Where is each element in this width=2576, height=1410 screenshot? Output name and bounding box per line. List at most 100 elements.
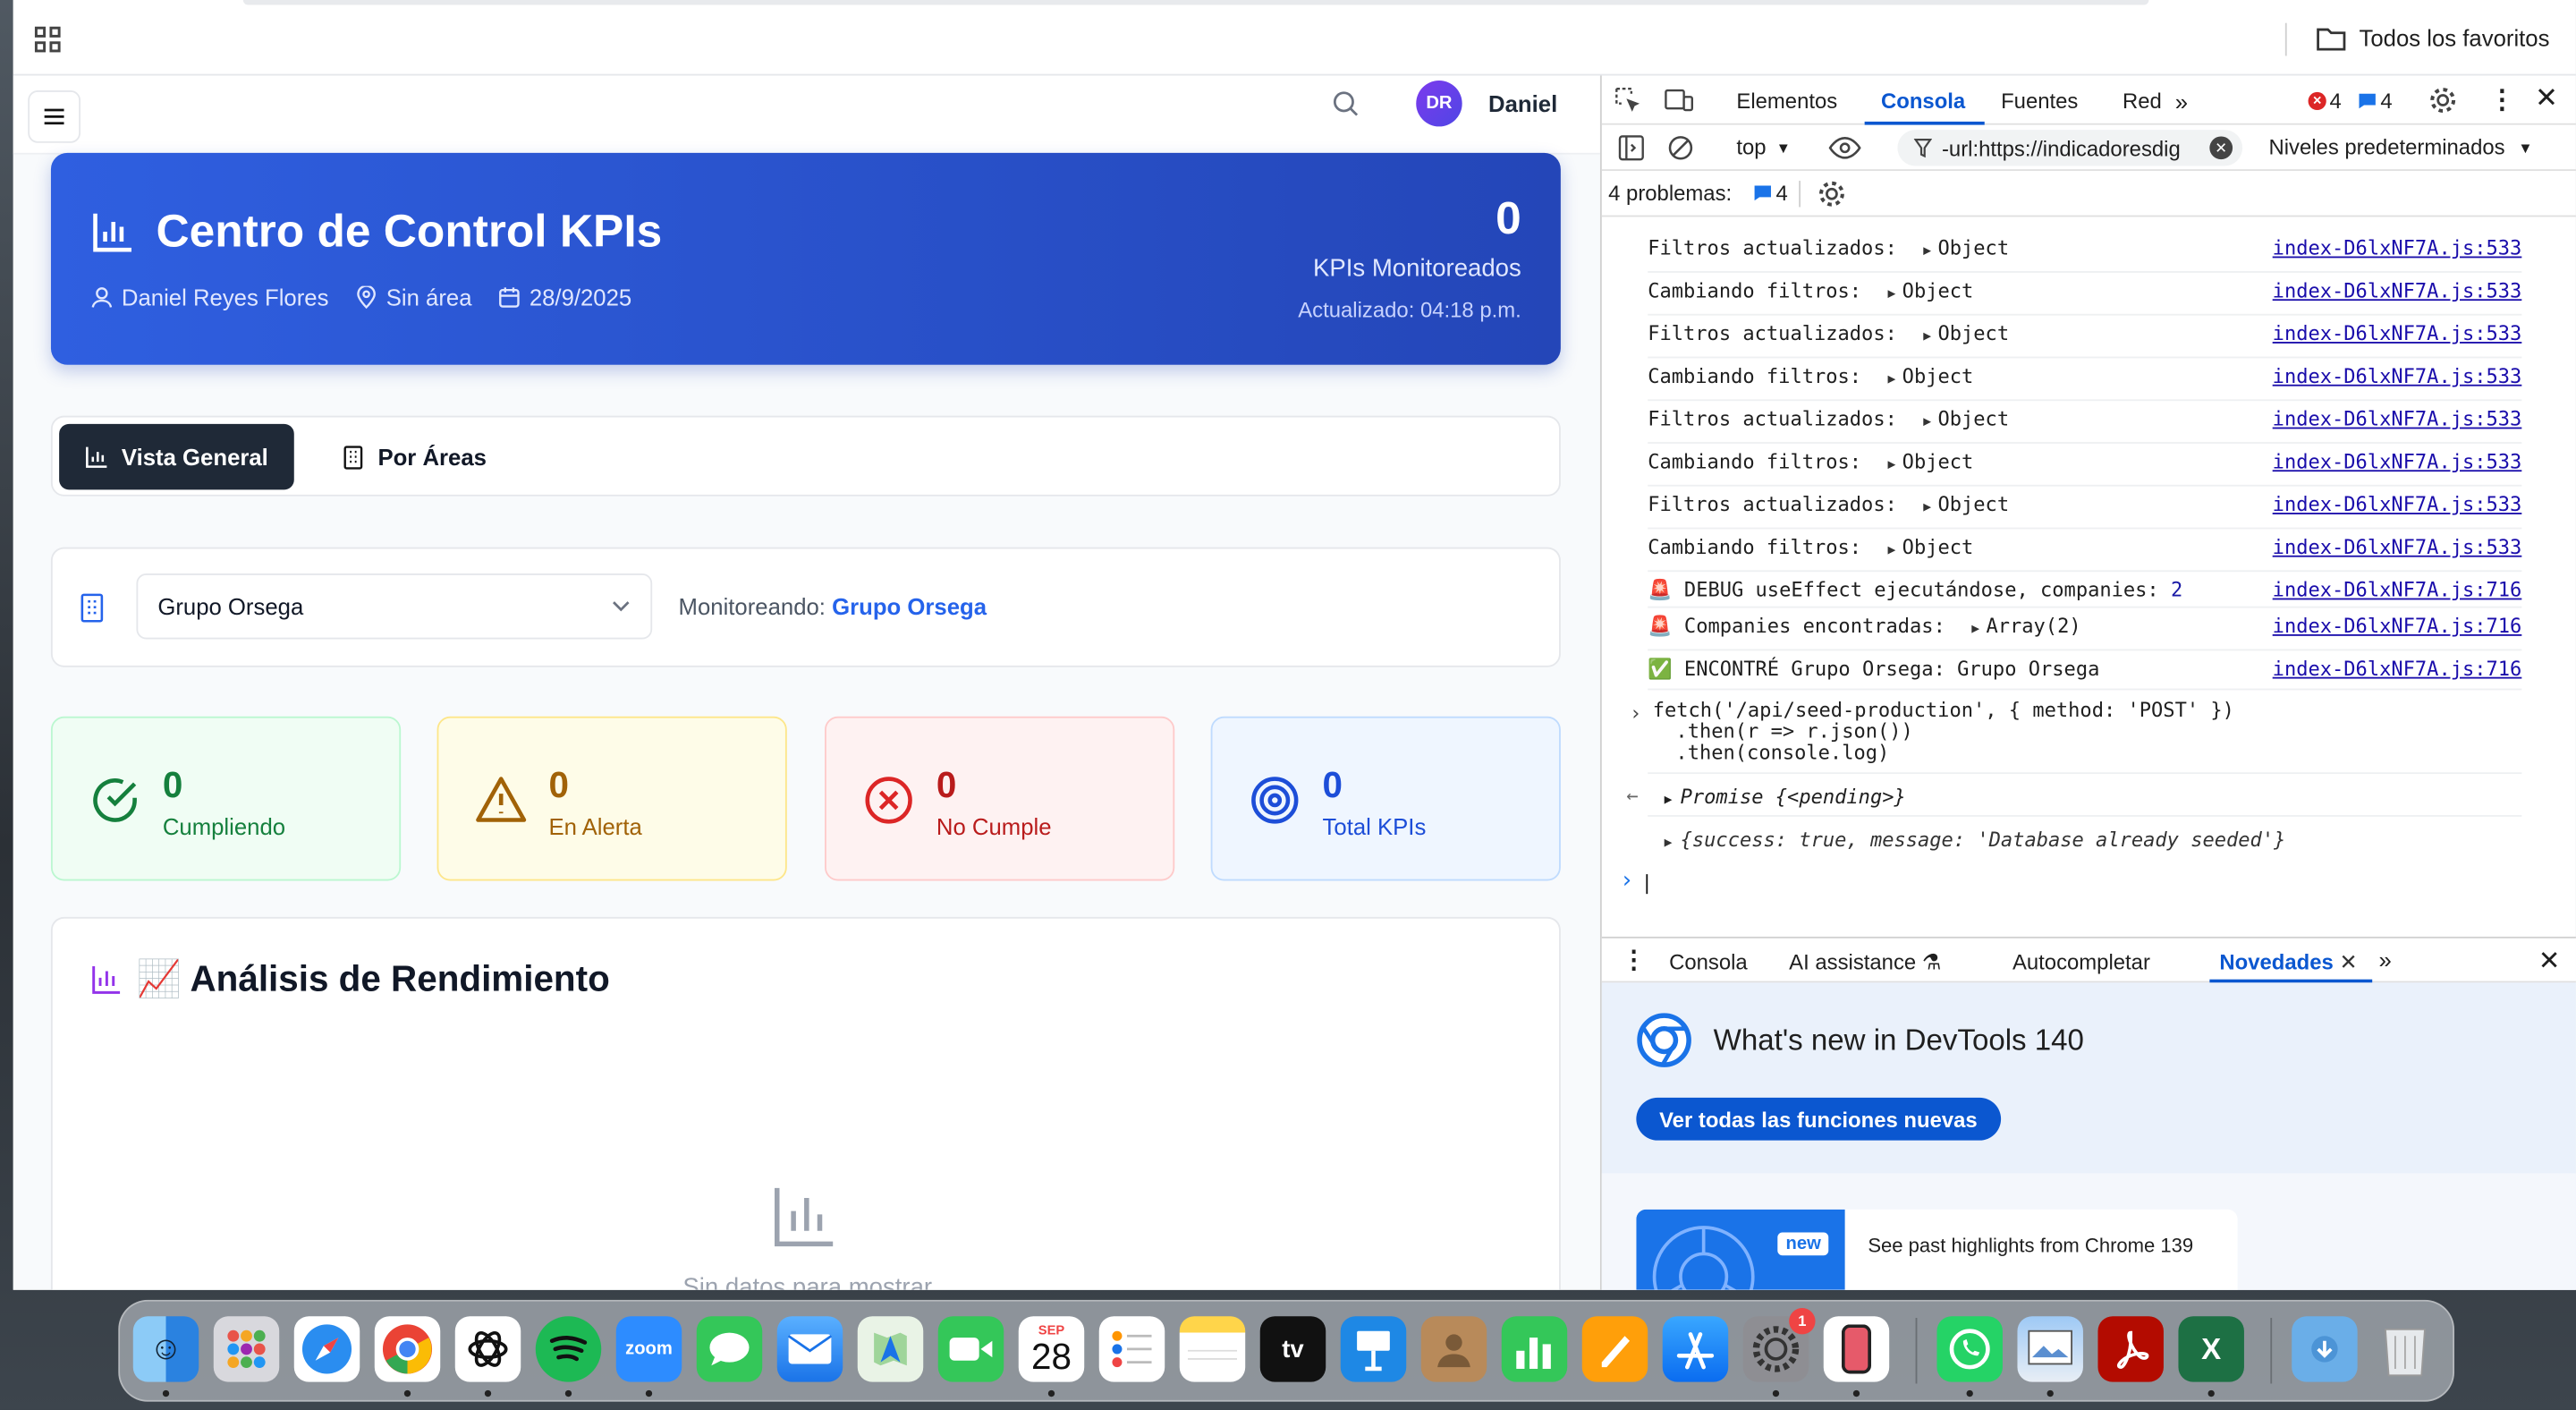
company-select[interactable]: Grupo Orsega bbox=[136, 573, 653, 640]
keynote-icon[interactable] bbox=[1340, 1316, 1407, 1382]
all-favorites-button[interactable]: Todos los favoritos bbox=[2317, 25, 2549, 51]
contacts-icon[interactable] bbox=[1420, 1316, 1487, 1382]
expand-triangle-icon[interactable]: ▶ bbox=[1923, 328, 1931, 344]
log-source-link[interactable]: index-D6lxNF7A.js:533 bbox=[2273, 273, 2522, 309]
tab-por-areas[interactable]: Por Áreas bbox=[316, 424, 513, 489]
zoom-app-icon[interactable]: zoom bbox=[615, 1316, 682, 1382]
close-devtools-icon[interactable]: ✕ bbox=[2535, 82, 2558, 115]
log-source-link[interactable]: index-D6lxNF7A.js:716 bbox=[2273, 650, 2522, 686]
more-options-icon[interactable]: ⋮ bbox=[2489, 84, 2515, 117]
app-store-icon[interactable] bbox=[1662, 1316, 1729, 1382]
tab-red[interactable]: Red bbox=[2123, 89, 2162, 114]
excel-icon[interactable]: X bbox=[2178, 1316, 2244, 1382]
chatgpt-icon[interactable] bbox=[454, 1316, 521, 1382]
messages-icon[interactable] bbox=[696, 1316, 763, 1382]
system-settings-icon[interactable]: 1 bbox=[1742, 1308, 1816, 1382]
spotify-icon[interactable] bbox=[535, 1316, 602, 1382]
clear-filter-icon[interactable]: ✕ bbox=[2209, 136, 2233, 160]
expand-triangle-icon[interactable]: ▶ bbox=[1887, 371, 1895, 386]
tab-vista-general[interactable]: Vista General bbox=[59, 423, 295, 490]
expand-triangle-icon[interactable]: ▶ bbox=[1887, 542, 1895, 557]
user-name[interactable]: Daniel bbox=[1488, 90, 1557, 116]
notes-icon[interactable] bbox=[1179, 1316, 1246, 1382]
console-settings-icon[interactable] bbox=[1817, 179, 1846, 208]
tab-consola[interactable]: Consola bbox=[1881, 89, 1965, 114]
log-object[interactable]: Object bbox=[1937, 236, 2009, 259]
message-count[interactable]: 4 bbox=[2358, 89, 2393, 114]
more-tabs-icon[interactable]: » bbox=[2379, 947, 2392, 973]
drawer-menu-icon[interactable]: ⋮ bbox=[1622, 945, 1647, 974]
more-tabs-icon[interactable]: » bbox=[2175, 89, 2188, 115]
inspect-element-icon[interactable] bbox=[1614, 87, 1640, 113]
eye-icon[interactable] bbox=[1828, 136, 1861, 159]
avatar[interactable]: DR bbox=[1416, 80, 1462, 127]
log-source-link[interactable]: index-D6lxNF7A.js:533 bbox=[2273, 529, 2522, 565]
apps-grid-icon[interactable] bbox=[33, 25, 63, 55]
tab-fuentes[interactable]: Fuentes bbox=[2001, 89, 2078, 114]
console-filter-input[interactable]: -url:https://indicadoresdig ✕ bbox=[1897, 130, 2243, 166]
device-toolbar-icon[interactable] bbox=[1665, 87, 1694, 113]
log-source-link[interactable]: index-D6lxNF7A.js:716 bbox=[2273, 608, 2522, 644]
log-object[interactable]: Object bbox=[1937, 493, 2009, 516]
search-icon[interactable] bbox=[1333, 90, 1359, 116]
drawer-tab-ai-assistance[interactable]: AI assistance ⚗ bbox=[1789, 950, 1941, 976]
sidebar-toggle-icon[interactable] bbox=[1618, 135, 1644, 161]
log-object[interactable]: Object bbox=[1902, 279, 1974, 302]
see-all-features-button[interactable]: Ver todas las funciones nuevas bbox=[1636, 1097, 2001, 1141]
expand-triangle-icon[interactable]: ▶ bbox=[1923, 243, 1931, 259]
expand-triangle-icon[interactable]: ▶ bbox=[1971, 621, 1979, 636]
trash-icon[interactable] bbox=[2372, 1316, 2437, 1381]
kpi-card-en-alerta[interactable]: 0 En Alerta bbox=[436, 716, 787, 881]
log-source-link[interactable]: index-D6lxNF7A.js:533 bbox=[2273, 401, 2522, 437]
chrome-icon[interactable] bbox=[374, 1316, 441, 1382]
log-object[interactable]: Object bbox=[1902, 450, 1974, 473]
log-object[interactable]: Object bbox=[1937, 408, 2009, 431]
whatsapp-icon[interactable] bbox=[1936, 1316, 2003, 1382]
downloads-folder-icon[interactable] bbox=[2292, 1316, 2358, 1382]
log-source-link[interactable]: index-D6lxNF7A.js:533 bbox=[2273, 444, 2522, 480]
settings-gear-icon[interactable] bbox=[2428, 86, 2458, 115]
error-count[interactable]: × 4 bbox=[2308, 89, 2342, 114]
menu-button[interactable] bbox=[28, 90, 80, 143]
pages-icon[interactable] bbox=[1581, 1316, 1648, 1382]
clear-console-icon[interactable] bbox=[1667, 135, 1693, 161]
log-object[interactable]: Object bbox=[1937, 322, 2009, 345]
log-object[interactable]: Array(2) bbox=[1986, 615, 2080, 638]
safari-icon[interactable] bbox=[293, 1316, 360, 1382]
problems-count[interactable]: 4 bbox=[1753, 181, 1788, 206]
log-source-link[interactable]: index-D6lxNF7A.js:533 bbox=[2273, 230, 2522, 266]
drawer-tab-consola[interactable]: Consola bbox=[1669, 950, 1748, 975]
log-source-link[interactable]: index-D6lxNF7A.js:533 bbox=[2273, 487, 2522, 522]
launchpad-icon[interactable] bbox=[213, 1316, 280, 1382]
mail-icon[interactable] bbox=[776, 1316, 843, 1382]
close-drawer-icon[interactable]: ✕ bbox=[2538, 945, 2561, 978]
drawer-tab-novedades[interactable]: Novedades ✕ bbox=[2219, 950, 2357, 976]
kpi-card-total[interactable]: 0 Total KPIs bbox=[1210, 716, 1561, 881]
preview-icon[interactable] bbox=[2017, 1316, 2083, 1382]
drawer-tab-autocompletar[interactable]: Autocompletar bbox=[2012, 950, 2150, 975]
acrobat-icon[interactable] bbox=[2097, 1316, 2164, 1382]
iphone-mirroring-icon[interactable] bbox=[1823, 1316, 1890, 1382]
finder-icon[interactable]: ☺ bbox=[132, 1316, 199, 1382]
context-select[interactable]: top ▼ bbox=[1736, 135, 1791, 160]
close-tab-icon[interactable]: ✕ bbox=[2339, 950, 2357, 975]
kpi-card-cumpliendo[interactable]: 0 Cumpliendo bbox=[50, 716, 402, 881]
result-output[interactable]: ▶ {success: true, message: 'Database alre… bbox=[1665, 828, 2286, 852]
expand-triangle-icon[interactable]: ▶ bbox=[1665, 835, 1673, 850]
promise-output[interactable]: ▶ Promise {<pending>} bbox=[1665, 786, 1906, 809]
reminders-icon[interactable] bbox=[1098, 1316, 1165, 1382]
kpi-card-no-cumple[interactable]: 0 No Cumple bbox=[825, 716, 1175, 881]
log-source-link[interactable]: index-D6lxNF7A.js:716 bbox=[2273, 572, 2522, 607]
expand-triangle-icon[interactable]: ▶ bbox=[1887, 457, 1895, 472]
expand-triangle-icon[interactable]: ▶ bbox=[1923, 499, 1931, 514]
expand-triangle-icon[interactable]: ▶ bbox=[1665, 792, 1673, 807]
highlight-card[interactable]: new See past highlights from Chrome 139 bbox=[1636, 1209, 2238, 1290]
facetime-icon[interactable] bbox=[937, 1316, 1004, 1382]
console-input-caret[interactable] bbox=[1646, 874, 1648, 895]
apple-tv-icon[interactable]: tv bbox=[1259, 1316, 1326, 1382]
numbers-icon[interactable] bbox=[1501, 1316, 1568, 1382]
log-object[interactable]: Object bbox=[1902, 536, 1974, 559]
tab-elementos[interactable]: Elementos bbox=[1736, 89, 1837, 114]
maps-icon[interactable] bbox=[857, 1316, 924, 1382]
expand-triangle-icon[interactable]: ▶ bbox=[1923, 414, 1931, 429]
